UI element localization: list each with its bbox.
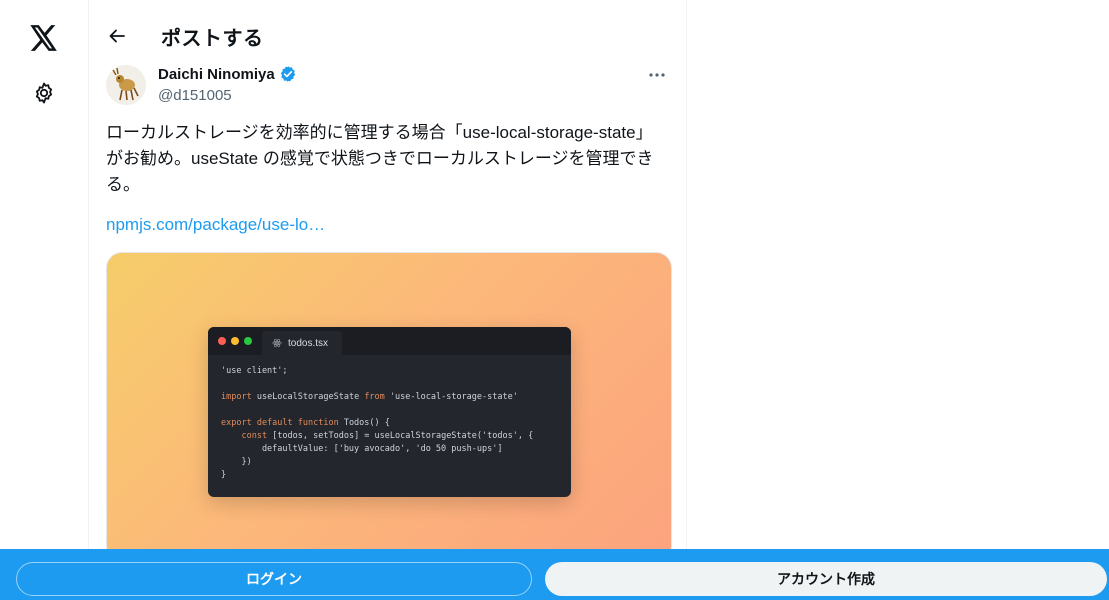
author-handle[interactable]: @d151005: [158, 87, 232, 104]
arrow-left-icon: [109, 29, 125, 43]
post-link[interactable]: npmjs.com/package/use-lo…: [106, 215, 325, 235]
code-window-image: todos.tsx 'use client'; import useLocalS…: [208, 327, 571, 497]
gear-icon[interactable]: [20, 69, 68, 117]
x-logo-icon[interactable]: [20, 14, 68, 62]
post-author: Daichi Ninomiya @d151005: [106, 64, 671, 108]
code-block: 'use client'; import useLocalStorageStat…: [221, 365, 533, 482]
page-header: ポストする: [89, 0, 687, 72]
login-button[interactable]: ログイン: [16, 562, 532, 596]
more-dots-icon: [649, 73, 665, 77]
code-line: import useLocalStorageState from 'use-lo…: [221, 392, 518, 402]
back-button[interactable]: [101, 20, 133, 52]
left-nav: [0, 0, 88, 600]
code-line: export default function Todos() {: [221, 418, 390, 428]
code-line: defaultValue: ['buy avocado', 'do 50 pus…: [221, 444, 503, 454]
code-line: 'use client';: [221, 366, 288, 376]
post-text-line: がお勧め。useState の感覚で状態つきでローカルストレージを管理でき: [106, 149, 654, 168]
post-text-line: る。: [106, 175, 140, 194]
window-maximize-dot: [244, 337, 252, 345]
bottom-signup-bar: ログイン アカウント作成: [0, 549, 1109, 600]
post-text: ローカルストレージを効率的に管理する場合「use-local-storage-s…: [106, 120, 666, 198]
code-tab: todos.tsx: [262, 331, 343, 355]
main-column: ポストする Daichi Ninomiya @d151005 ローカルストレージ…: [88, 0, 687, 600]
code-line: }: [221, 470, 227, 480]
verified-badge-icon: [280, 66, 295, 82]
create-account-button[interactable]: アカウント作成: [545, 562, 1107, 596]
app-root: ポストする Daichi Ninomiya @d151005 ローカルストレージ…: [0, 0, 1109, 600]
post-text-line: ローカルストレージを効率的に管理する場合「use-local-storage-s…: [106, 123, 653, 142]
author-name-row: Daichi Ninomiya: [158, 65, 297, 83]
window-minimize-dot: [231, 337, 239, 345]
more-options-button[interactable]: [643, 64, 671, 86]
page-title: ポストする: [161, 28, 264, 50]
react-atom-icon: [272, 338, 282, 348]
code-window-titlebar: todos.tsx: [208, 327, 571, 355]
avatar[interactable]: [106, 65, 146, 105]
post-media-card[interactable]: todos.tsx 'use client'; import useLocalS…: [106, 252, 672, 562]
author-display-name[interactable]: Daichi Ninomiya: [158, 66, 275, 83]
code-line: }): [221, 457, 252, 467]
window-close-dot: [218, 337, 226, 345]
code-tab-title: todos.tsx: [288, 337, 329, 349]
code-line: const [todos, setTodos] = useLocalStorag…: [241, 431, 534, 441]
